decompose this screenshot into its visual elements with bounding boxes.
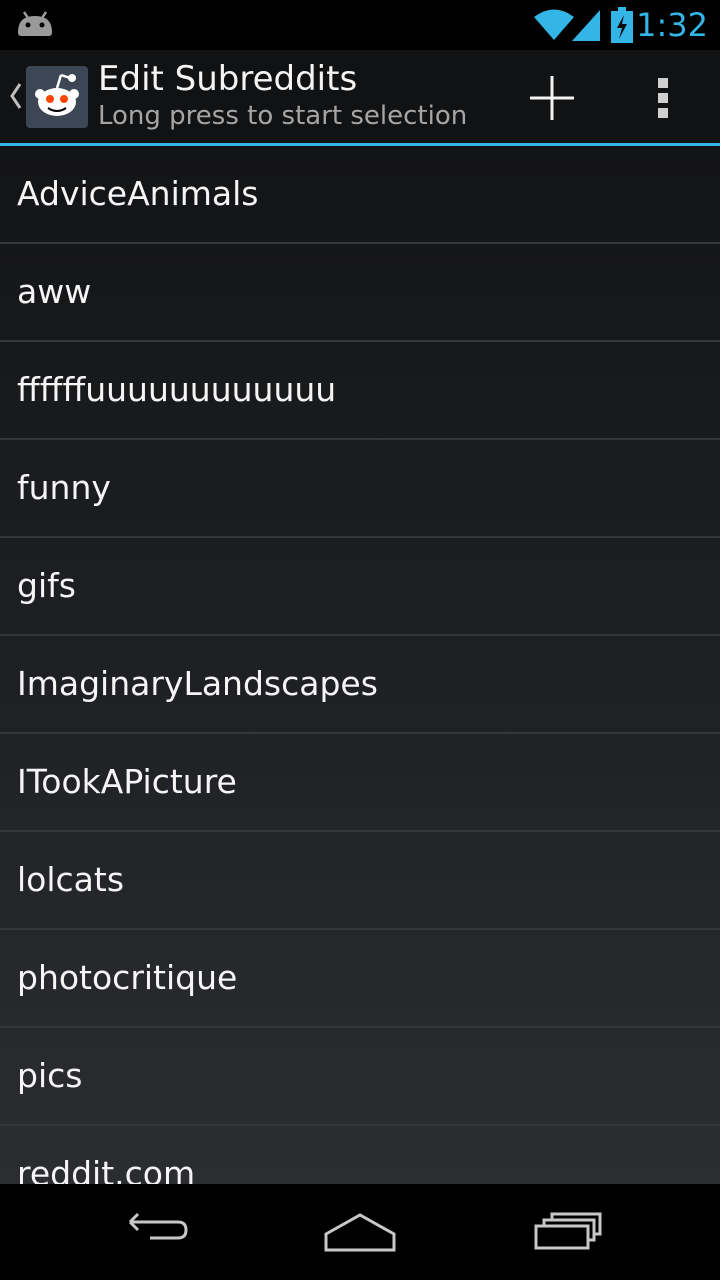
subreddit-list-item[interactable]: reddit.com bbox=[0, 1126, 720, 1184]
home-icon bbox=[324, 1213, 396, 1252]
home-button[interactable] bbox=[292, 1184, 432, 1280]
up-caret-icon[interactable] bbox=[6, 76, 26, 116]
wifi-icon bbox=[534, 8, 574, 46]
overflow-menu-icon bbox=[658, 78, 668, 118]
action-bar: Edit Subreddits Long press to start sele… bbox=[0, 50, 720, 146]
back-button[interactable] bbox=[88, 1184, 228, 1280]
recent-apps-button[interactable] bbox=[500, 1184, 640, 1280]
page-subtitle: Long press to start selection bbox=[98, 101, 468, 131]
overflow-menu-button[interactable] bbox=[630, 60, 696, 136]
subreddit-name: aww bbox=[17, 272, 92, 311]
navigation-bar bbox=[0, 1184, 720, 1280]
subreddit-list-item[interactable]: aww bbox=[0, 244, 720, 342]
back-icon bbox=[128, 1212, 188, 1240]
add-icon bbox=[530, 76, 574, 120]
subreddit-name: ffffffuuuuuuuuuuuu bbox=[17, 370, 337, 409]
subreddit-name: AdviceAnimals bbox=[17, 174, 259, 213]
add-subreddit-button[interactable] bbox=[512, 60, 592, 136]
signal-icon bbox=[572, 8, 602, 46]
reddit-app-icon[interactable] bbox=[26, 66, 88, 128]
subreddit-list-item[interactable]: photocritique bbox=[0, 930, 720, 1028]
subreddit-name: funny bbox=[17, 468, 111, 507]
android-icon bbox=[16, 10, 54, 42]
subreddit-list-item[interactable]: lolcats bbox=[0, 832, 720, 930]
clock: 1:32 bbox=[636, 6, 708, 44]
subreddit-list-item[interactable]: ffffffuuuuuuuuuuuu bbox=[0, 342, 720, 440]
subreddit-name: pics bbox=[17, 1056, 83, 1095]
subreddit-name: photocritique bbox=[17, 958, 238, 997]
subreddit-list-item[interactable]: ImaginaryLandscapes bbox=[0, 636, 720, 734]
subreddit-name: ImaginaryLandscapes bbox=[17, 664, 378, 703]
subreddit-list-item[interactable]: AdviceAnimals bbox=[0, 146, 720, 244]
subreddit-list-item[interactable]: funny bbox=[0, 440, 720, 538]
status-bar: 1:32 bbox=[0, 0, 720, 50]
recent-apps-icon bbox=[534, 1212, 602, 1250]
subreddit-list-item[interactable]: ITookAPicture bbox=[0, 734, 720, 832]
subreddit-list[interactable]: AdviceAnimals aww ffffffuuuuuuuuuuuu fun… bbox=[0, 146, 720, 1184]
subreddit-name: gifs bbox=[17, 566, 76, 605]
subreddit-list-item[interactable]: gifs bbox=[0, 538, 720, 636]
battery-charging-icon bbox=[611, 7, 633, 47]
page-title: Edit Subreddits bbox=[98, 59, 358, 99]
subreddit-name: ITookAPicture bbox=[17, 762, 237, 801]
subreddit-name: reddit.com bbox=[17, 1154, 196, 1184]
subreddit-list-item[interactable]: pics bbox=[0, 1028, 720, 1126]
subreddit-name: lolcats bbox=[17, 860, 125, 899]
